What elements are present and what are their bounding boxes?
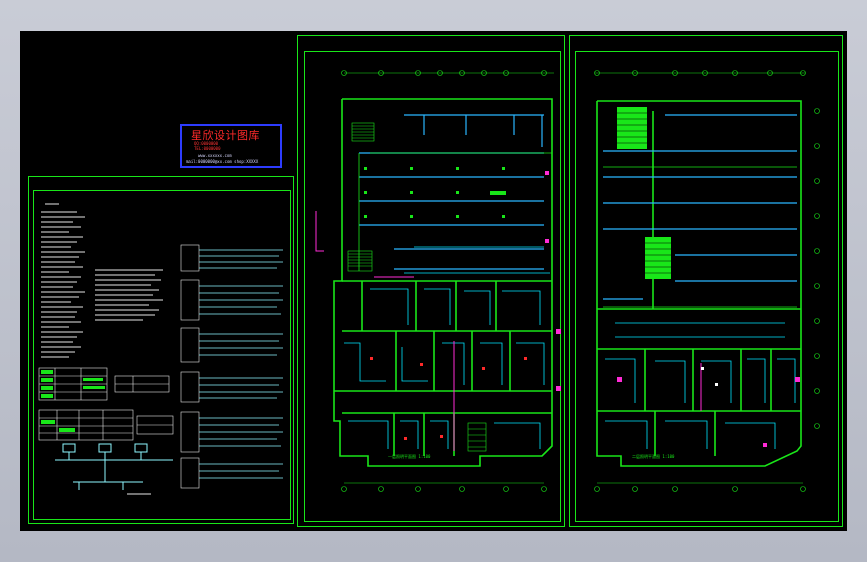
floor-plan-2-drawing bbox=[594, 70, 820, 492]
design-notes-content bbox=[38, 203, 283, 495]
stamp-contact: mail:0000000@xx.com shop:XXXXX bbox=[186, 159, 259, 164]
cad-model-space[interactable]: 星欣设计图库 QQ:0000000 TEL:0000000 www.xxxxxx… bbox=[20, 31, 847, 531]
floor-plan-1-caption: 一层照明平面图 1:100 bbox=[388, 454, 431, 459]
stamp-website: www.xxxxxx.com bbox=[198, 153, 232, 158]
stamp-tel: TEL:0000000 bbox=[194, 146, 221, 151]
floor-plan-2-caption: 二层照明平面图 1:100 bbox=[632, 454, 675, 459]
floor-plan-1-drawing bbox=[315, 70, 561, 492]
title-stamp: 星欣设计图库 QQ:0000000 TEL:0000000 www.xxxxxx… bbox=[180, 124, 282, 168]
